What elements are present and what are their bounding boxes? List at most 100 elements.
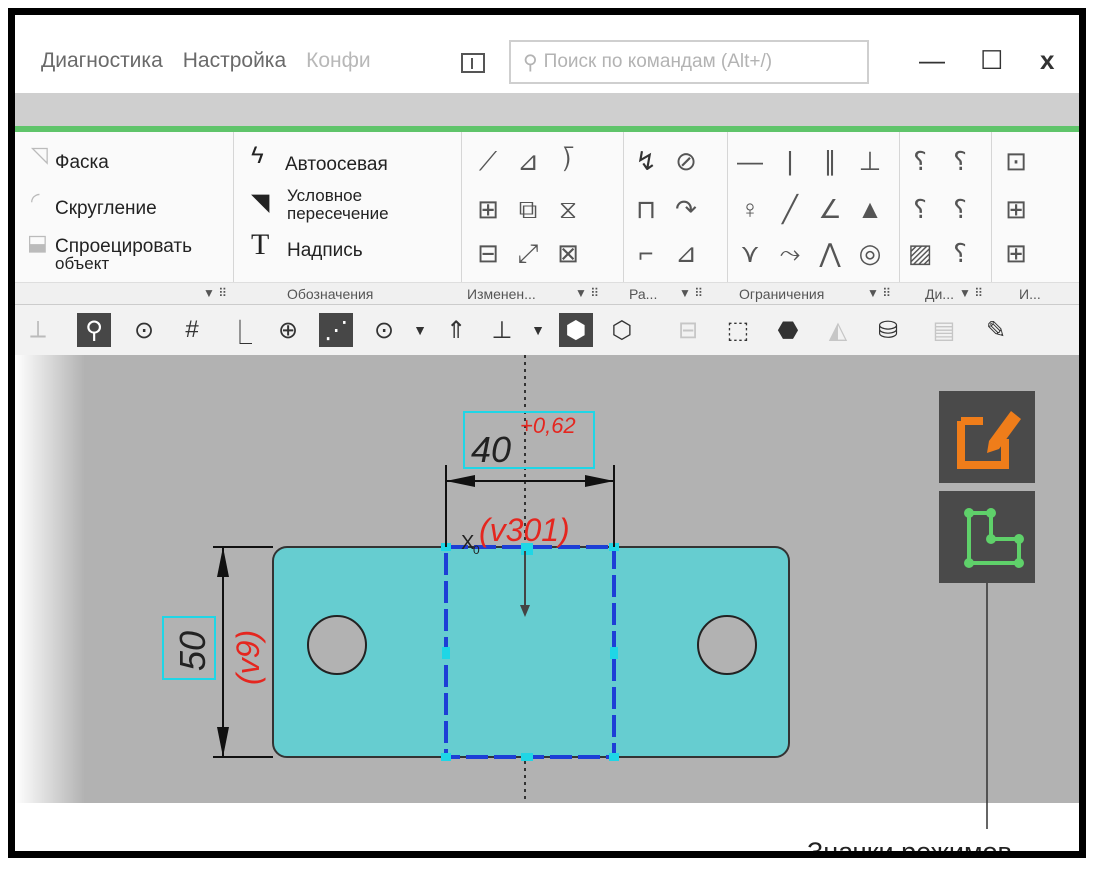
copy-icon[interactable]: ⧉ — [513, 194, 543, 226]
maximize-button[interactable]: ☐ — [980, 45, 1003, 76]
ordinate-dimension-icon[interactable]: ⌐ — [631, 238, 661, 269]
angle-constraint-icon[interactable]: ∠ — [815, 194, 845, 225]
right-hole[interactable] — [697, 615, 757, 675]
trim-icon[interactable]: ⟋ — [473, 146, 503, 178]
linear-dimension-icon[interactable]: ⊓ — [631, 194, 661, 225]
fillet-button[interactable]: Скругление — [55, 198, 157, 220]
snap-icon[interactable]: ⟂ — [21, 313, 55, 347]
edit-mode-button[interactable] — [939, 391, 1035, 483]
collinear-constraint-icon[interactable]: ╱ — [775, 194, 805, 225]
layout-view-icon[interactable]: ⊡ — [1001, 146, 1031, 177]
auto-axis-button[interactable]: Автоосевая — [285, 154, 388, 176]
command-search-input[interactable]: ⚲ Поиск по командам (Alt+/) — [509, 40, 869, 84]
collapse-arrow-icon[interactable]: ▼ ⠿ — [867, 286, 891, 300]
auto-dimension-icon[interactable]: ↯ — [631, 146, 661, 177]
layers-icon[interactable]: ◭ — [821, 313, 855, 347]
deform-icon[interactable]: ⊠ — [553, 238, 583, 269]
ortho-icon[interactable]: ⎿ — [223, 313, 257, 347]
check-hatch-icon[interactable]: ▨ — [905, 238, 935, 269]
collapse-arrow-icon[interactable]: ▼ ⠿ — [959, 286, 983, 300]
grid-icon[interactable]: # — [175, 313, 209, 347]
collapse-arrow-icon[interactable]: ▼ ⠿ — [575, 286, 599, 300]
scale-icon[interactable]: ⤢ — [513, 238, 543, 270]
axes-icon[interactable]: ⊥ — [485, 313, 519, 347]
collapse-arrow-icon[interactable]: ▼ ⠿ — [679, 286, 703, 300]
pipette-icon[interactable]: ✎ — [979, 313, 1013, 347]
mirror-icon[interactable]: ⧖ — [553, 194, 583, 226]
view-toolbar: ⟂ ⚲ ⊙ # ⎿ ⊕ ⋰ ⊙ ▼ ⇑ ⊥ ▼ ⬢ ⬡ ⊟ ⬚ ⬣ ◭ ⛁ ▤ … — [15, 304, 1079, 356]
dim-arrow-left — [446, 475, 475, 487]
menu-item-settings[interactable]: Настройка — [183, 49, 286, 73]
zoom-icon[interactable]: ⊕ — [271, 313, 305, 347]
extend-icon[interactable]: ⊿ — [513, 146, 543, 177]
diameter-icon[interactable]: ⊘ — [671, 146, 701, 177]
text-button[interactable]: Надпись — [287, 240, 363, 262]
check-contour-icon[interactable]: ⸮ — [945, 194, 975, 225]
zoom-options-icon[interactable]: ⊙ — [367, 313, 401, 347]
group-separator — [623, 132, 624, 304]
chevron-down-icon[interactable]: ▼ — [403, 313, 437, 347]
group-label-dimensions: Ра... — [629, 286, 658, 302]
group-label-edit: Изменен... — [467, 286, 536, 302]
fillet-icon: ◜ — [31, 188, 40, 213]
tangent-constraint-icon[interactable]: ♀ — [735, 194, 765, 225]
parametric-mode-button[interactable] — [939, 491, 1035, 583]
angular-dimension-icon[interactable]: ⊿ — [671, 238, 701, 269]
section-icon[interactable]: ⊟ — [671, 313, 705, 347]
dim-width-tolerance: +0,62 — [520, 413, 576, 438]
radial-dimension-icon[interactable]: ↷ — [671, 194, 701, 225]
group-separator — [233, 132, 234, 304]
menu-item-config[interactable]: Конфи — [306, 49, 371, 73]
chamfer-button[interactable]: Фаска — [55, 152, 109, 174]
cond-intersection-label-2: пересечение — [287, 204, 389, 223]
variable-width: (v301) — [479, 512, 570, 548]
global-snap-icon[interactable]: ⊙ — [127, 313, 161, 347]
panel-toggle-icon[interactable] — [461, 53, 485, 73]
group-label-notations: Обозначения — [287, 286, 374, 302]
dim-arrow-top — [217, 547, 229, 577]
group-separator — [461, 132, 462, 304]
wireframe-view-icon[interactable]: ⬡ — [605, 313, 639, 347]
ribbon: ◹ Фаска ◜ Скругление ⬓ Спроецировать объ… — [15, 132, 1079, 305]
cond-intersection-button[interactable]: Условное — [287, 187, 362, 204]
orientation-icon[interactable]: ⇑ — [439, 313, 473, 347]
filter-icon[interactable]: ⛁ — [871, 313, 905, 347]
auto-axis-icon: ϟ — [251, 142, 264, 169]
left-hole[interactable] — [307, 615, 367, 675]
show-constraints-icon[interactable]: ⸮ — [945, 146, 975, 177]
concentric-icon[interactable]: ◎ — [855, 238, 885, 269]
perpendicular-constraint-icon[interactable]: ⊥ — [855, 146, 885, 177]
symmetry-icon[interactable]: ⤳ — [775, 238, 805, 270]
drawing-canvas[interactable]: 40 +0,62 (v301) X 0 50 (v9) — [15, 355, 1079, 803]
collapse-arrow-icon[interactable]: ▼ ⠿ — [203, 286, 227, 300]
properties-icon[interactable]: ▤ — [927, 313, 961, 347]
parallel-constraint-icon[interactable]: ∥ — [815, 146, 845, 177]
select-area-icon[interactable]: ⬚ — [721, 313, 755, 347]
group-label-diagnostics: Ди... — [925, 286, 954, 302]
main-menu: Диагностика Настройка Конфи — [41, 49, 371, 73]
check-constraints-icon[interactable]: ⸮ — [905, 194, 935, 225]
fix-constraint-icon[interactable]: ▲ — [855, 194, 885, 225]
local-snap-icon[interactable]: ⚲ — [77, 313, 111, 347]
insert-view-icon[interactable]: ⊞ — [1001, 194, 1031, 225]
hide-icon[interactable]: ⬣ — [771, 313, 805, 347]
split-icon[interactable]: ⟌ — [553, 146, 583, 178]
array-icon[interactable]: ⊟ — [473, 238, 503, 269]
move-icon[interactable]: ⊞ — [473, 194, 503, 225]
sketch-svg: 40 +0,62 (v301) X 0 50 (v9) — [162, 355, 988, 803]
close-button[interactable]: x — [1040, 45, 1054, 76]
new-view-icon[interactable]: ⊞ — [1001, 238, 1031, 269]
menu-item-diagnostics[interactable]: Диагностика — [41, 49, 163, 73]
check-points-icon[interactable]: ⸮ — [945, 238, 975, 269]
minimize-button[interactable]: — — [919, 45, 945, 76]
chevron-down-icon[interactable]: ▼ — [521, 313, 555, 347]
horizontal-constraint-icon[interactable]: — — [735, 146, 765, 177]
point-on-curve-icon[interactable]: ⋀ — [815, 238, 845, 269]
shaded-view-icon[interactable]: ⬢ — [559, 313, 593, 347]
parametric-mode-toggle-icon[interactable]: ⋰ — [319, 313, 353, 347]
group-label-constraints: Ограничения — [739, 286, 825, 302]
equal-length-icon[interactable]: ⋎ — [735, 238, 765, 269]
ribbon-group-labels: ▼ ⠿ Обозначения Изменен... ▼ ⠿ Ра... ▼ ⠿… — [15, 282, 1079, 305]
show-degrees-icon[interactable]: ⸮ — [905, 146, 935, 177]
vertical-constraint-icon[interactable]: | — [775, 146, 805, 177]
